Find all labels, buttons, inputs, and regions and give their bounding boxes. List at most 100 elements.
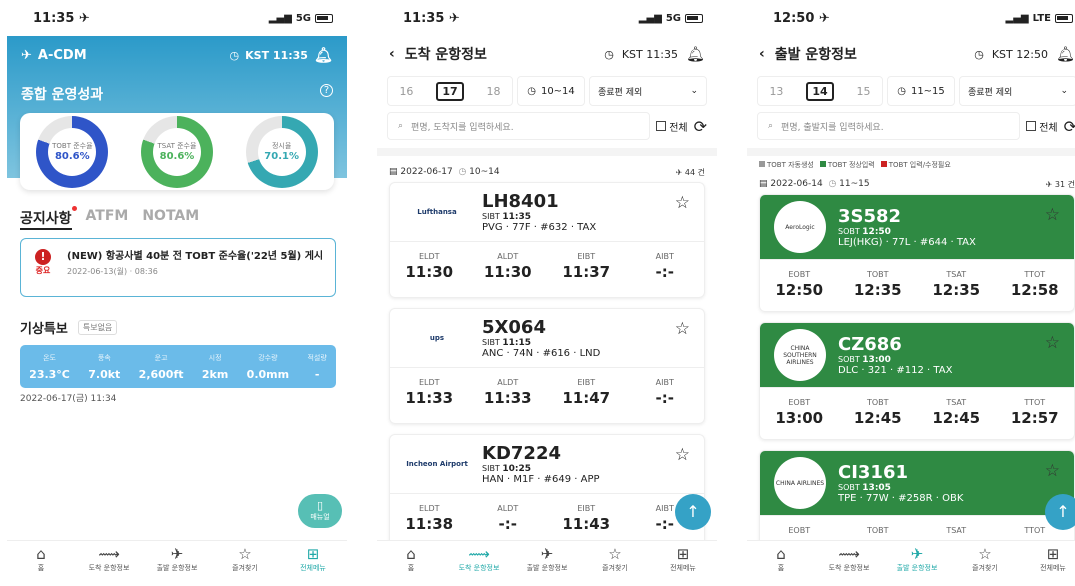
clock-icon: ◷ [897, 85, 906, 97]
weather-value: - [314, 368, 320, 381]
nav-departure[interactable]: ✈ 출발 운항정보 [517, 545, 577, 586]
bell-icon[interactable]: 🔔︎ [686, 45, 705, 63]
date-picker[interactable]: 13 14 15 [757, 76, 883, 106]
refresh-icon[interactable]: ⟳ [1064, 117, 1075, 136]
date-next[interactable]: 15 [857, 85, 871, 98]
filter-select[interactable]: 종료편 제외 ⌄ [589, 76, 707, 106]
nav-home[interactable]: ⌂ 홈 [11, 545, 71, 586]
time-label: ALDT [497, 252, 519, 261]
date-next[interactable]: 18 [487, 85, 501, 98]
star-icon[interactable]: ☆ [675, 445, 690, 465]
refresh-icon[interactable]: ⟳ [694, 117, 707, 136]
time-value: 12:35 [853, 281, 902, 299]
tab-atfm[interactable]: ATFM [86, 208, 129, 230]
weather-key: 강수량 [258, 354, 278, 362]
divider [747, 148, 1075, 156]
flight-header: AeroLogic 3S582 SOBT 12:50 LEJ(HKG) · 77L ·… [760, 195, 1074, 259]
date-selected[interactable]: 17 [436, 81, 464, 101]
home-icon: ⌂ [36, 545, 46, 563]
nav-favorites[interactable]: ☆ 즐겨찾기 [215, 545, 275, 586]
star-icon[interactable]: ☆ [1045, 333, 1060, 353]
time-value: -:- [655, 389, 674, 407]
filter-select[interactable]: 종료편 제외 ⌄ [959, 76, 1075, 106]
flight-card[interactable]: CHINA SOUTHERN AIRLINES CZ686 SOBT 13:00 DL… [759, 322, 1075, 440]
all-checkbox[interactable]: 전체 [656, 119, 688, 134]
status-bar: 11:35 ✈ ▂▄▆ 5G [7, 0, 347, 36]
tab-notice[interactable]: 공지사항 [20, 206, 77, 230]
time-range-button[interactable]: ◷ 10~14 [517, 76, 585, 106]
schedule-value: 11:15 [502, 338, 532, 348]
star-icon[interactable]: ☆ [1045, 461, 1060, 481]
notice-item[interactable]: ! 중요 (NEW) 항공사별 40분 전 TOBT 준수율('22년 5월) 게… [20, 238, 336, 297]
flight-card[interactable]: Incheon Airport KD7224 SIBT 10:25 HAN · M1F… [389, 434, 705, 550]
bell-icon[interactable]: 🔔︎ [314, 46, 333, 64]
arrival-icon: ⟿ [838, 545, 860, 563]
search-input[interactable]: ⌕ 편명, 출발지를 입력하세요. [757, 112, 1021, 140]
nav-favorites[interactable]: ☆ 즐겨찾기 [955, 545, 1015, 586]
nav-all-menu[interactable]: ⊞ 전체메뉴 [283, 545, 343, 586]
time-range-button[interactable]: ◷ 11~15 [887, 76, 955, 106]
time-cell: AIBT -:- [635, 378, 695, 423]
nav-arrival[interactable]: ⟿ 도착 운항정보 [819, 545, 879, 586]
nav-arrival[interactable]: ⟿ 도착 운항정보 [449, 545, 509, 586]
nav-favorites[interactable]: ☆ 즐겨찾기 [585, 545, 645, 586]
nav-label: 즐겨찾기 [232, 564, 258, 572]
date-prev[interactable]: 13 [769, 85, 783, 98]
clock-icon: ◷ [527, 85, 536, 97]
date-prev[interactable]: 16 [399, 85, 413, 98]
weather-item: 온도 23.3°C [29, 353, 70, 388]
bell-icon[interactable]: 🔔︎ [1056, 45, 1075, 63]
tab-notam[interactable]: NOTAM [142, 208, 199, 230]
nav-label: 출발 운항정보 [156, 564, 198, 572]
legend-label: TOBT 정상입력 [827, 161, 875, 169]
star-icon[interactable]: ☆ [675, 319, 690, 339]
nav-all-menu[interactable]: ⊞ 전체메뉴 [653, 545, 713, 586]
flight-card[interactable]: AeroLogic 3S582 SOBT 12:50 LEJ(HKG) · 77L ·… [759, 194, 1075, 312]
schedule-value: 11:35 [502, 212, 532, 222]
schedule-time: SOBT 13:00 [838, 355, 952, 365]
schedule-value: 10:25 [502, 464, 532, 474]
flight-route: PVG · 77F · #632 · TAX [482, 222, 597, 233]
weather-key: 적설량 [307, 354, 327, 362]
calendar-icon: ▤ [759, 179, 768, 189]
time-label: ELDT [418, 378, 440, 387]
manual-button[interactable]: ▯ 매뉴얼 [298, 494, 342, 528]
time-cell: TSAT 12:45 [926, 398, 986, 439]
help-icon[interactable]: ? [320, 84, 333, 97]
all-checkbox[interactable]: 전체 [1026, 119, 1058, 134]
nav-departure[interactable]: ✈ 출발 운항정보 [147, 545, 207, 586]
time-label: TSAT [946, 270, 967, 279]
home-icon: ⌂ [776, 545, 786, 563]
nav-home[interactable]: ⌂ 홈 [751, 545, 811, 586]
bottom-nav: ⌂ 홈 ⟿ 도착 운항정보 ✈ 출발 운항정보 ☆ 즐겨찾기 ⊞ 전체메뉴 [377, 540, 717, 586]
flight-number: 5X064 [482, 317, 546, 338]
airline-logo: CHINA AIRLINES [774, 457, 826, 509]
schedule-time: SOBT 13:05 [838, 483, 963, 493]
departure-icon: ✈ [540, 545, 554, 563]
date-picker[interactable]: 16 17 18 [387, 76, 513, 106]
nav-arrival[interactable]: ⟿ 도착 운항정보 [79, 545, 139, 586]
time-cell: EOBT 13:00 [769, 398, 829, 439]
back-icon[interactable]: ‹ [389, 46, 395, 62]
time-value: 11:33 [405, 389, 454, 407]
flight-card[interactable]: Lufthansa LH8401 SIBT 11:35 PVG · 77F · #63… [389, 182, 705, 298]
nav-all-menu[interactable]: ⊞ 전체메뉴 [1023, 545, 1075, 586]
search-input[interactable]: ⌕ 편명, 도착지를 입력하세요. [387, 112, 651, 140]
flight-card[interactable]: ups 5X064 SIBT 11:15 ANC · 74N · #616 · LND… [389, 308, 705, 424]
airline-logo: AeroLogic [774, 201, 826, 253]
scroll-top-button[interactable]: ↑ [675, 494, 711, 530]
back-icon[interactable]: ‹ [759, 46, 765, 62]
flight-number: 3S582 [838, 206, 902, 227]
clock-icon: ◷ [974, 47, 984, 61]
date-selected[interactable]: 14 [806, 81, 834, 101]
nav-label: 홈 [37, 564, 45, 572]
performance-donut: TOBT 준수율 80.6% [36, 115, 109, 188]
star-icon[interactable]: ☆ [675, 193, 690, 213]
nav-home[interactable]: ⌂ 홈 [381, 545, 441, 586]
nav-departure[interactable]: ✈ 출발 운항정보 [887, 545, 947, 586]
chevron-down-icon: ⌄ [690, 86, 698, 96]
flight-times: EOBT 12:50 TOBT 12:35 TSAT 12:35 TTOT 12:58 [760, 259, 1074, 311]
scroll-top-button[interactable]: ↑ [1045, 494, 1075, 530]
flight-info: LH8401 SIBT 11:35 PVG · 77F · #632 · TAX [482, 191, 596, 233]
star-icon[interactable]: ☆ [1045, 205, 1060, 225]
